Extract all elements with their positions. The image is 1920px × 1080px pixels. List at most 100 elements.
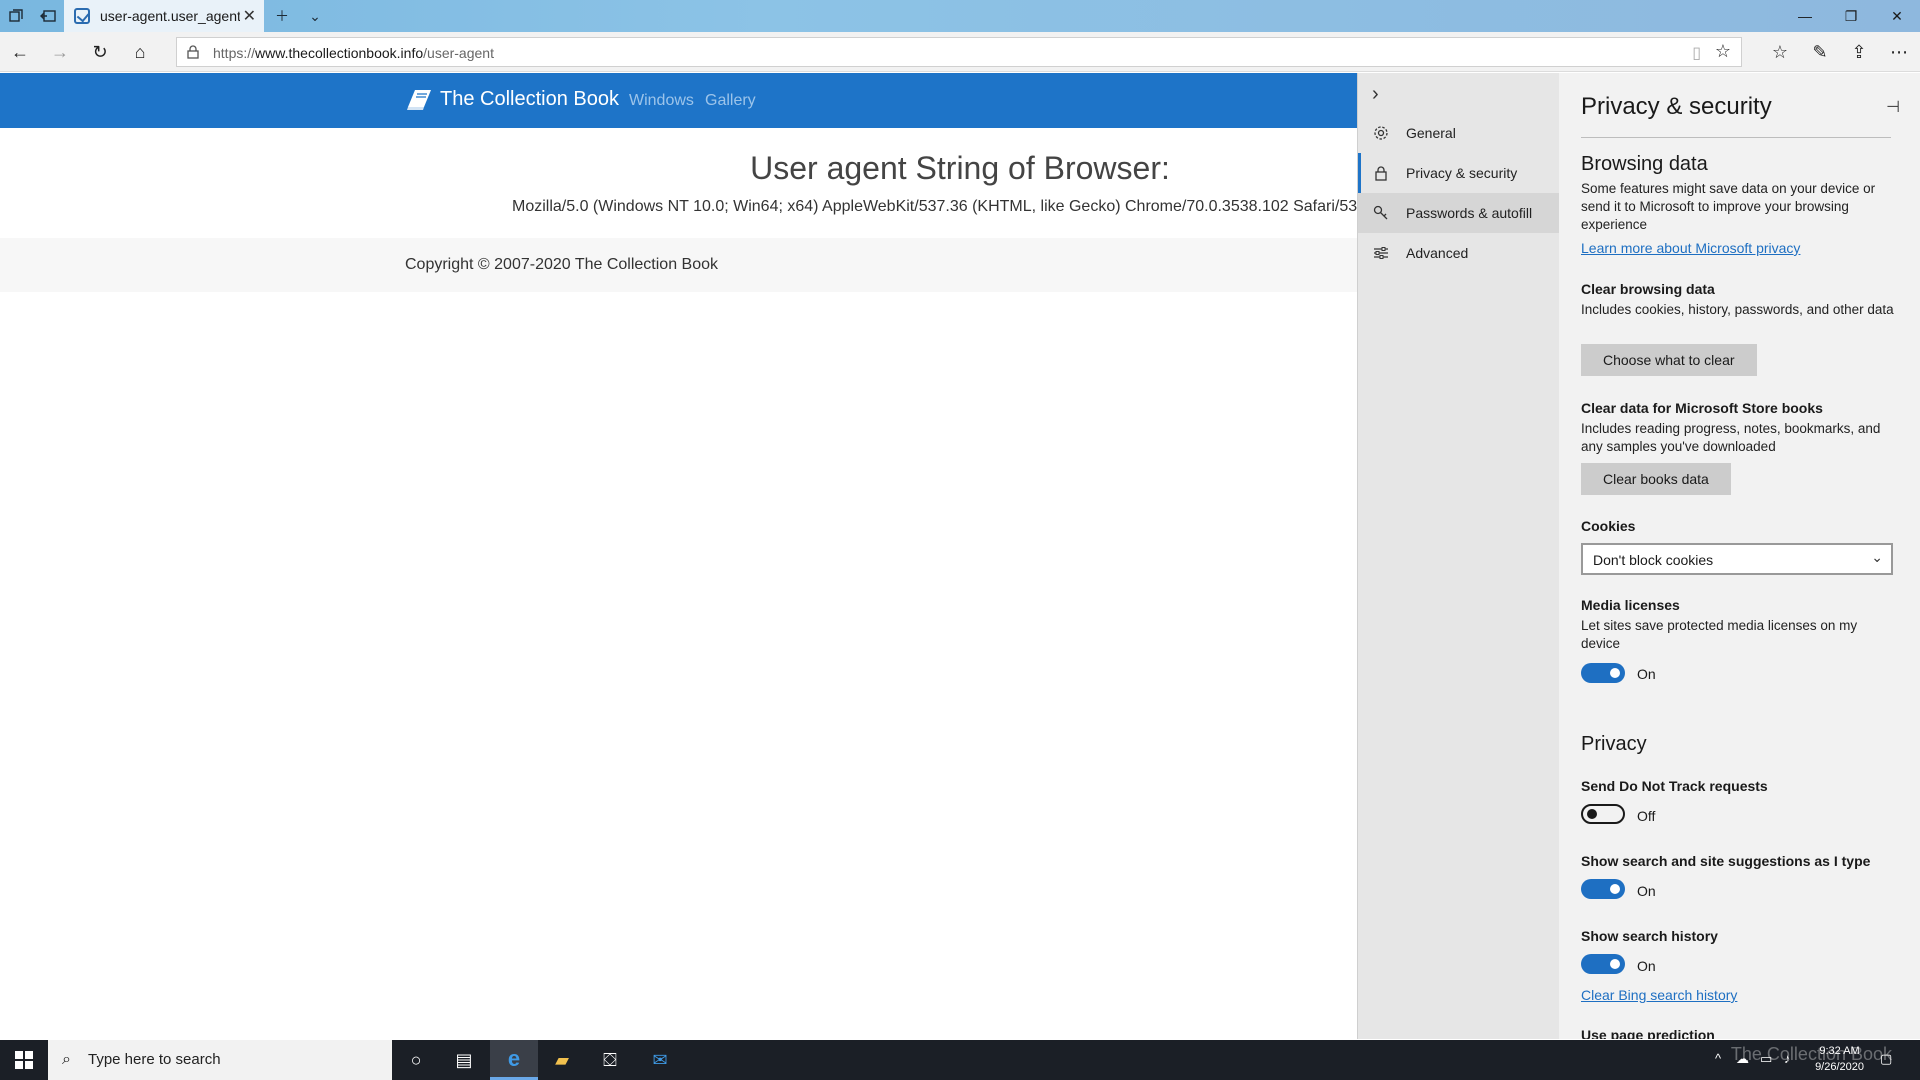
cookies-selected-value: Don't block cookies bbox=[1593, 552, 1714, 568]
microsoft-store-icon[interactable]: ⛋ bbox=[586, 1040, 634, 1080]
windows-taskbar: ⌕ Type here to search ○ ▤ e ▰ ⛋ ✉ The Co… bbox=[0, 1040, 1920, 1080]
cookies-heading: Cookies bbox=[1581, 518, 1636, 534]
windows-start-icon[interactable] bbox=[0, 1040, 48, 1080]
settings-nav-privacy-security[interactable]: Privacy & security bbox=[1358, 153, 1560, 193]
do-not-track-state: Off bbox=[1637, 808, 1656, 824]
search-suggestions-state: On bbox=[1637, 883, 1656, 899]
address-bar[interactable]: https://www.thecollectionbook.info/user-… bbox=[176, 37, 1742, 67]
volume-icon[interactable]: ♪ bbox=[1784, 1051, 1791, 1066]
cortana-circle-icon[interactable]: ○ bbox=[392, 1040, 440, 1080]
settings-nav-label: Privacy & security bbox=[1406, 165, 1518, 181]
tab-preview-chevron-down-icon[interactable]: ⌄ bbox=[305, 6, 325, 26]
sliders-icon bbox=[1372, 244, 1390, 262]
panel-title: Privacy & security bbox=[1581, 93, 1772, 120]
do-not-track-toggle[interactable] bbox=[1581, 804, 1625, 824]
site-name[interactable]: The Collection Book bbox=[440, 88, 619, 111]
site-header: The Collection Book Windows Gallery bbox=[0, 73, 1357, 128]
taskbar-search-placeholder: Type here to search bbox=[88, 1051, 221, 1068]
search-suggestions-toggle[interactable] bbox=[1581, 879, 1625, 899]
reading-view-icon[interactable]: ▯ bbox=[1692, 43, 1701, 63]
clear-bing-history-link[interactable]: Clear Bing search history bbox=[1581, 987, 1737, 1003]
media-licenses-heading: Media licenses bbox=[1581, 597, 1680, 613]
tab-close-icon[interactable]: ✕ bbox=[243, 6, 256, 26]
search-history-toggle[interactable] bbox=[1581, 954, 1625, 974]
favorite-star-icon[interactable]: ☆ bbox=[1715, 41, 1731, 62]
url-scheme: https:// bbox=[213, 45, 256, 61]
media-licenses-toggle[interactable] bbox=[1581, 663, 1625, 683]
learn-more-privacy-link[interactable]: Learn more about Microsoft privacy bbox=[1581, 240, 1800, 256]
browsing-data-heading: Browsing data bbox=[1581, 153, 1708, 175]
media-licenses-state: On bbox=[1637, 666, 1656, 682]
settings-nav-passwords-autofill[interactable]: Passwords & autofill bbox=[1358, 193, 1560, 233]
set-tabs-aside-icon[interactable] bbox=[38, 6, 58, 26]
nav-link-windows[interactable]: Windows bbox=[629, 92, 694, 110]
browser-tab[interactable]: user-agent.user_agent - ✕ bbox=[64, 0, 264, 32]
tray-chevron-up-icon[interactable]: ^ bbox=[1715, 1051, 1721, 1066]
navigation-bar: ← → ↻ ⌂ https://www.thecollectionbook.in… bbox=[0, 32, 1920, 72]
cookies-dropdown[interactable]: Don't block cookies ⌄ bbox=[1581, 543, 1893, 575]
minimize-icon[interactable]: — bbox=[1782, 0, 1828, 32]
file-explorer-folder-icon[interactable]: ▰ bbox=[538, 1040, 586, 1080]
user-agent-string: Mozilla/5.0 (Windows NT 10.0; Win64; x64… bbox=[512, 198, 1444, 215]
site-footer: Copyright © 2007-2020 The Collection Boo… bbox=[0, 238, 1357, 292]
refresh-icon[interactable]: ↻ bbox=[88, 40, 112, 64]
settings-nav-rail: › General Privacy & security Passwords &… bbox=[1357, 73, 1560, 1039]
settings-nav-label: Advanced bbox=[1406, 245, 1469, 261]
more-ellipsis-icon[interactable]: ⋯ bbox=[1887, 40, 1911, 64]
gear-icon bbox=[1372, 124, 1390, 142]
share-icon[interactable]: ⇪ bbox=[1847, 40, 1871, 64]
task-view-icon[interactable]: ▤ bbox=[440, 1040, 488, 1080]
media-licenses-description: Let sites save protected media licenses … bbox=[1581, 618, 1858, 651]
clear-books-data-button[interactable]: Clear books data bbox=[1581, 463, 1731, 495]
title-divider bbox=[1581, 137, 1891, 138]
restore-icon[interactable]: ❐ bbox=[1828, 0, 1874, 32]
lock-icon[interactable] bbox=[187, 45, 199, 59]
action-center-notification-icon[interactable]: ▢ bbox=[1880, 1051, 1892, 1067]
pin-icon[interactable]: ⊣ bbox=[1886, 97, 1900, 117]
clear-books-description: Includes reading progress, notes, bookma… bbox=[1581, 421, 1881, 454]
taskbar-search-box[interactable]: ⌕ Type here to search bbox=[48, 1040, 392, 1080]
clear-browsing-description: Includes cookies, history, passwords, an… bbox=[1581, 302, 1894, 317]
privacy-heading: Privacy bbox=[1581, 733, 1647, 755]
watermark-text: The Collection Book bbox=[1730, 1044, 1892, 1064]
settings-nav-general[interactable]: General bbox=[1358, 113, 1560, 153]
privacy-settings-panel: Privacy & security ⊣ Browsing data Some … bbox=[1559, 73, 1920, 1039]
tab-title: user-agent.user_agent - bbox=[100, 8, 240, 24]
back-arrow-icon[interactable]: ← bbox=[8, 40, 32, 64]
url-path: /user-agent bbox=[423, 45, 494, 61]
browsing-data-description: Some features might save data on your de… bbox=[1581, 181, 1876, 232]
copyright-text: Copyright © 2007-2020 The Collection Boo… bbox=[405, 256, 719, 273]
title-bar: user-agent.user_agent - ✕ ＋ ⌄ — ❐ ✕ bbox=[0, 0, 1920, 32]
clear-browsing-heading: Clear browsing data bbox=[1581, 281, 1715, 297]
url-host: www.thecollectionbook.info bbox=[255, 45, 424, 61]
nav-link-gallery[interactable]: Gallery bbox=[705, 92, 756, 110]
home-icon[interactable]: ⌂ bbox=[128, 40, 152, 64]
favorites-hub-icon[interactable]: ☆ bbox=[1768, 40, 1792, 64]
url-text[interactable]: https://www.thecollectionbook.info/user-… bbox=[213, 45, 494, 61]
search-icon: ⌕ bbox=[62, 1051, 71, 1068]
settings-nav-label: General bbox=[1406, 125, 1456, 141]
page-prediction-label: Use page prediction bbox=[1581, 1027, 1715, 1039]
system-clock[interactable]: 9:32 AM 9/26/2020 bbox=[1815, 1043, 1864, 1075]
mail-envelope-icon[interactable]: ✉ bbox=[636, 1040, 684, 1080]
network-icon[interactable]: ▭ bbox=[1760, 1051, 1772, 1067]
lock-icon bbox=[1372, 164, 1390, 182]
window-close-icon[interactable]: ✕ bbox=[1874, 0, 1920, 32]
key-icon bbox=[1372, 204, 1390, 222]
chevron-down-icon: ⌄ bbox=[1871, 549, 1883, 565]
do-not-track-label: Send Do Not Track requests bbox=[1581, 778, 1768, 794]
collapse-chevron-right-icon[interactable]: › bbox=[1372, 83, 1379, 106]
web-note-pen-icon[interactable]: ✎ bbox=[1808, 40, 1832, 64]
search-suggestions-label: Show search and site suggestions as I ty… bbox=[1581, 853, 1871, 869]
settings-nav-advanced[interactable]: Advanced bbox=[1358, 233, 1560, 273]
new-tab-icon[interactable]: ＋ bbox=[272, 6, 292, 26]
edge-browser-icon[interactable]: e bbox=[490, 1040, 538, 1080]
onedrive-cloud-icon[interactable]: ☁ bbox=[1736, 1051, 1749, 1067]
book-logo-icon[interactable] bbox=[405, 87, 433, 113]
settings-nav-label: Passwords & autofill bbox=[1406, 205, 1533, 221]
tab-manager-icon[interactable] bbox=[6, 6, 26, 26]
forward-arrow-icon[interactable]: → bbox=[48, 40, 72, 64]
choose-what-to-clear-button[interactable]: Choose what to clear bbox=[1581, 344, 1757, 376]
page-favicon-icon bbox=[74, 8, 90, 24]
clock-date: 9/26/2020 bbox=[1815, 1061, 1864, 1073]
